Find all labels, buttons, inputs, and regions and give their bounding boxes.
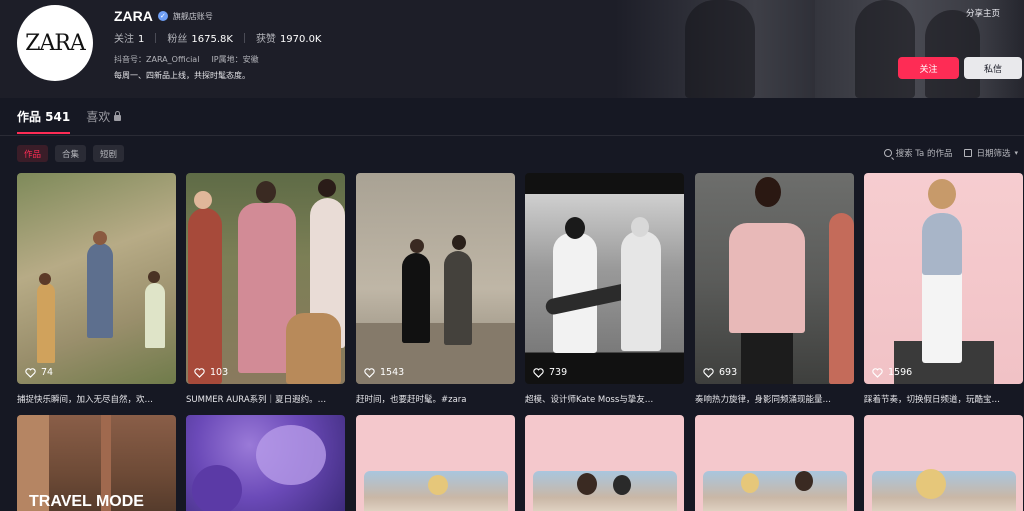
video-thumbnail[interactable]: TRAVEL MODE: [17, 415, 176, 511]
video-thumbnail[interactable]: [186, 415, 345, 511]
video-card[interactable]: 1543 赶时间，也要赶时髦。#zara: [356, 173, 515, 405]
account-name: ZARA: [114, 8, 153, 24]
like-count: 693: [703, 367, 737, 378]
search-works-label: 搜索 Ta 的作品: [895, 149, 953, 159]
video-caption[interactable]: 奏响热力旋律，身影同频涌现能量…: [695, 393, 854, 405]
followers-label: 粉丝: [167, 34, 188, 45]
video-card[interactable]: [525, 415, 684, 511]
video-thumbnail[interactable]: [864, 415, 1023, 511]
like-count-value: 1596: [888, 367, 913, 378]
heart-icon: [194, 367, 205, 378]
like-count-value: 103: [210, 367, 229, 378]
search-icon: [883, 149, 892, 157]
followers-count: 1675.8K: [191, 34, 233, 45]
following-stat[interactable]: 关注 1: [114, 30, 144, 45]
likes-count: 1970.0K: [279, 34, 322, 45]
video-card[interactable]: 693 奏响热力旋律，身影同频涌现能量…: [695, 173, 854, 405]
follow-button[interactable]: 关注: [898, 57, 959, 79]
video-card[interactable]: [695, 415, 854, 511]
like-count-value: 739: [549, 367, 568, 378]
heart-icon: [364, 367, 375, 378]
share-profile-button[interactable]: 分享主页: [966, 7, 1000, 19]
following-label: 关注: [114, 34, 134, 45]
stat-divider: [155, 32, 157, 43]
video-card[interactable]: 103 SUMMER AURA系列｜夏日遐约。…: [186, 173, 345, 405]
like-count: 74: [25, 367, 53, 378]
subtab-works[interactable]: 作品: [17, 145, 49, 162]
tab-works-label: 作品 541: [17, 110, 71, 124]
subtabs: 作品 合集 短剧: [17, 145, 125, 162]
like-count-value: 693: [719, 367, 738, 378]
lock-icon: [114, 111, 122, 121]
message-button[interactable]: 私信: [964, 57, 1022, 79]
like-count: 1543: [364, 367, 404, 378]
video-thumbnail[interactable]: 74: [17, 173, 176, 384]
video-caption[interactable]: SUMMER AURA系列｜夏日遐约。…: [186, 393, 345, 405]
followers-stat[interactable]: 粉丝 1675.8K: [167, 30, 233, 45]
avatar-logo: ZARA: [25, 30, 86, 56]
name-row: ZARA ✓ 旗舰店账号: [114, 8, 213, 24]
tab-likes[interactable]: 喜欢: [86, 108, 122, 134]
like-count-value: 74: [41, 367, 54, 378]
search-works-button[interactable]: 搜索 Ta 的作品: [883, 147, 953, 159]
subtab-collections[interactable]: 合集: [55, 145, 87, 162]
video-thumbnail[interactable]: 693: [695, 173, 854, 384]
ip-location: IP属地：安徽: [211, 55, 259, 64]
tab-works[interactable]: 作品 541: [17, 108, 71, 134]
video-card[interactable]: TRAVEL MODE: [17, 415, 176, 511]
video-thumbnail[interactable]: 103: [186, 173, 345, 384]
likes-label: 获赞: [255, 34, 276, 45]
following-count: 1: [138, 34, 145, 45]
tabs-divider: [0, 135, 1024, 136]
profile-page: ZARA ZARA ✓ 旗舰店账号 关注 1 粉丝 1675.8K 获赞 1970.0…: [0, 0, 1024, 511]
heart-icon: [533, 367, 544, 378]
profile-meta: 抖音号：ZARA_Official IP属地：安徽: [114, 54, 259, 65]
video-thumbnail[interactable]: 739: [525, 173, 684, 384]
likes-stat: 获赞 1970.0K: [256, 30, 322, 45]
video-card[interactable]: [864, 415, 1023, 511]
video-caption[interactable]: 捕捉快乐瞬间，加入无尽自然，欢…: [17, 393, 176, 405]
tab-likes-label: 喜欢: [86, 110, 111, 124]
avatar[interactable]: ZARA: [17, 5, 93, 81]
heart-icon: [872, 367, 883, 378]
video-card[interactable]: 74 捕捉快乐瞬间，加入无尽自然，欢…: [17, 173, 176, 405]
video-thumbnail[interactable]: 1596: [864, 173, 1023, 384]
heart-icon: [25, 367, 36, 378]
banner-image-left: [615, 0, 815, 98]
video-thumbnail[interactable]: [356, 415, 515, 511]
profile-stats: 关注 1 粉丝 1675.8K 获赞 1970.0K: [114, 30, 322, 45]
video-card[interactable]: 739 超模、设计师Kate Moss与挚友…: [525, 173, 684, 405]
calendar-icon: [964, 149, 973, 157]
douyin-id: 抖音号：ZARA_Official: [114, 55, 200, 64]
video-caption[interactable]: 赶时间，也要赶时髦。#zara: [356, 393, 515, 405]
date-filter-button[interactable]: 日期筛选 ▾: [964, 147, 1018, 159]
heart-icon: [703, 367, 714, 378]
profile-header: ZARA ZARA ✓ 旗舰店账号 关注 1 粉丝 1675.8K 获赞 1970.0…: [0, 0, 1024, 98]
subtab-short-dramas[interactable]: 短剧: [93, 145, 125, 162]
stat-divider: [243, 32, 245, 43]
video-caption[interactable]: 踩着节奏，切换假日频道，玩酷宝…: [864, 393, 1023, 405]
like-count: 1596: [872, 367, 912, 378]
video-card[interactable]: [356, 415, 515, 511]
video-card[interactable]: 1596 踩着节奏，切换假日频道，玩酷宝…: [864, 173, 1023, 405]
video-thumbnail[interactable]: [695, 415, 854, 511]
chevron-down-icon: ▾: [1014, 149, 1018, 157]
like-count: 103: [194, 367, 228, 378]
like-count: 739: [533, 367, 567, 378]
overlay-text: TRAVEL MODE: [29, 493, 144, 510]
video-caption[interactable]: 超模、设计师Kate Moss与挚友…: [525, 393, 684, 405]
profile-tabs: 作品 541 喜欢: [17, 108, 122, 134]
video-thumbnail[interactable]: [525, 415, 684, 511]
video-thumbnail[interactable]: 1543: [356, 173, 515, 384]
video-card[interactable]: [186, 415, 345, 511]
date-filter-label: 日期筛选: [976, 149, 1011, 159]
like-count-value: 1543: [380, 367, 405, 378]
verified-icon: ✓: [157, 11, 168, 21]
verified-label: 旗舰店账号: [172, 11, 213, 21]
bio: 每周一、四新品上线，共探时髦态度。: [114, 71, 250, 80]
toolbar: 搜索 Ta 的作品 日期筛选 ▾: [883, 147, 1018, 159]
